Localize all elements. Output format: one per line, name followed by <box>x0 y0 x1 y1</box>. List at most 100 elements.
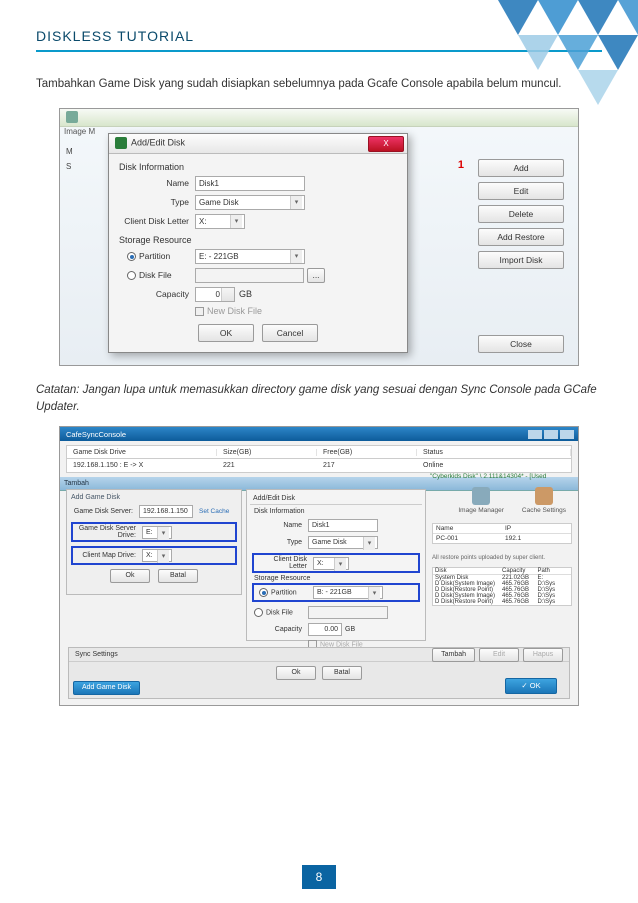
restore-hint: All restore points uploaded by super cli… <box>432 555 572 561</box>
th-free: Free(GB) <box>317 449 417 456</box>
v-ok-button[interactable]: ✓ OK <box>505 678 557 694</box>
mid-partition-select[interactable]: B: - 221GB <box>313 586 383 599</box>
dialog-title-text: Add/Edit Disk <box>131 138 185 148</box>
add-edit-disk-dialog: Add/Edit Disk X Disk Information Name Dis… <box>108 133 408 353</box>
parent-left-labels: M S <box>66 147 106 177</box>
add-game-disk-panel: Add Game Disk Game Disk Server:192.168.1… <box>66 489 242 595</box>
storage-group-label: Storage Resource <box>119 235 397 245</box>
mid-partition-label: Partition <box>271 590 297 597</box>
mid-storage-label: Storage Resource <box>254 575 422 582</box>
partition-select[interactable]: E: - 221GB <box>195 249 305 264</box>
mid-partition-radio[interactable] <box>259 588 268 597</box>
add-button[interactable]: Add <box>478 159 564 177</box>
parent-tab-image: Image M <box>64 127 95 136</box>
parent-window-bar <box>60 109 578 127</box>
mid-type-select[interactable]: Game Disk <box>308 536 378 549</box>
td-drive: 192.168.1.150 : E -> X <box>67 462 217 469</box>
window-controls <box>528 430 578 439</box>
screenshot-add-edit-disk: Image M M S 1 2 Add/Edit Disk X Disk Inf… <box>59 108 579 366</box>
edit-button[interactable]: Edit <box>478 182 564 200</box>
server-input[interactable]: 192.168.1.150 <box>139 505 193 518</box>
mid-name-label: Name <box>250 522 302 529</box>
corner-decoration <box>458 0 638 120</box>
capacity-value[interactable]: 0 <box>195 287 235 302</box>
mid-add-edit-dialog: Add/Edit Disk Disk Information Name Disk1… <box>246 489 426 641</box>
mid-client-letter-select[interactable]: X: <box>313 557 349 570</box>
mid-dialog-title: Add/Edit Disk <box>250 493 422 505</box>
sync-settings-label: Sync Settings <box>75 651 118 658</box>
client-letter-label: Client Disk Letter <box>119 216 189 226</box>
annotation-1: 1 <box>458 159 464 171</box>
map-drive-label: Client Map Drive: <box>74 552 136 559</box>
diskfile-input <box>195 268 304 283</box>
mid-name-input[interactable]: Disk1 <box>308 519 378 532</box>
sync-table-row[interactable]: 192.168.1.150 : E -> X 221 217 Online <box>66 459 572 473</box>
dialog-ok-button[interactable]: OK <box>198 324 254 342</box>
left-m: M <box>66 147 106 156</box>
image-manager-label: Image Manager <box>458 507 504 514</box>
capacity-spinner[interactable]: 0 <box>195 287 235 302</box>
add-game-disk-button[interactable]: Add Game Disk <box>73 681 140 695</box>
bottom-batal-button[interactable]: Batal <box>322 666 362 680</box>
mid-diskfile-input <box>308 606 388 619</box>
server-drive-select[interactable]: E: <box>142 526 172 539</box>
delete-button[interactable]: Delete <box>478 205 564 223</box>
dt-th-disk: Disk <box>433 568 500 574</box>
bottom-tambah-button[interactable]: Tambah <box>432 648 475 662</box>
max-icon[interactable] <box>544 430 558 439</box>
close-icon[interactable] <box>560 430 574 439</box>
mid-type-label: Type <box>250 539 302 546</box>
bottom-hapus-button: Hapus <box>523 648 563 662</box>
newfile-label: New Disk File <box>207 306 262 316</box>
type-select[interactable]: Game Disk <box>195 195 305 210</box>
parent-window-icon <box>66 111 78 123</box>
close-button[interactable]: Close <box>478 335 564 353</box>
capacity-label: Capacity <box>119 289 189 299</box>
client-letter-select[interactable]: X: <box>195 214 245 229</box>
screenshot-cafesync-console: CafeSyncConsole Game Disk Drive Size(GB)… <box>59 426 579 706</box>
mid-disk-info-label: Disk Information <box>254 508 422 515</box>
th-drive: Game Disk Drive <box>67 449 217 456</box>
min-icon[interactable] <box>528 430 542 439</box>
mid-diskfile-radio[interactable] <box>254 608 263 617</box>
disk-info-group-label: Disk Information <box>119 162 397 172</box>
th-status: Status <box>417 449 571 456</box>
add-restore-button[interactable]: Add Restore <box>478 228 564 246</box>
bottom-ok-button[interactable]: Ok <box>276 666 316 680</box>
map-drive-select[interactable]: X: <box>142 549 172 562</box>
leftpanel-ok-button[interactable]: Ok <box>110 569 150 583</box>
pc-table: NameIP PC-001192.1 <box>432 523 572 544</box>
td-status: Online <box>417 462 571 469</box>
image-manager-button[interactable]: Image Manager <box>458 487 504 514</box>
import-disk-button[interactable]: Import Disk <box>478 251 564 269</box>
name-input[interactable]: Disk1 <box>195 176 305 191</box>
type-label: Type <box>119 197 189 207</box>
newfile-checkbox <box>195 307 204 316</box>
mid-diskfile-label: Disk File <box>266 610 293 617</box>
diskfile-radio[interactable] <box>127 271 136 280</box>
mid-client-letter-label: Client Disk Letter <box>255 556 307 570</box>
td-free: 217 <box>317 462 417 469</box>
left-s: S <box>66 162 106 171</box>
dialog-close-button[interactable]: X <box>368 136 404 152</box>
dt-r4-cap: 465.76GB <box>500 599 536 605</box>
dialog-cancel-button[interactable]: Cancel <box>262 324 318 342</box>
capacity-unit: GB <box>239 289 252 299</box>
diskfile-browse-button[interactable]: ... <box>307 268 325 283</box>
set-cache-link[interactable]: Set Cache <box>199 508 229 515</box>
add-game-disk-label: Add Game Disk <box>71 494 237 501</box>
cafesync-title-text: CafeSyncConsole <box>66 430 126 439</box>
name-label: Name <box>119 178 189 188</box>
pc-th-ip: IP <box>502 524 571 533</box>
partition-radio[interactable] <box>127 252 136 261</box>
cache-settings-button[interactable]: Cache Settings <box>522 487 566 514</box>
cache-settings-label: Cache Settings <box>522 507 566 514</box>
td-size: 221 <box>217 462 317 469</box>
leftpanel-batal-button[interactable]: Batal <box>158 569 198 583</box>
th-size: Size(GB) <box>217 449 317 456</box>
dt-th-cap: Capacity <box>500 568 536 574</box>
dt-th-path: Path <box>536 568 572 574</box>
diskfile-label: Disk File <box>139 270 172 280</box>
server-drive-label: Game Disk Server Drive: <box>74 525 136 539</box>
mid-capacity-input[interactable]: 0.00 <box>308 623 342 636</box>
